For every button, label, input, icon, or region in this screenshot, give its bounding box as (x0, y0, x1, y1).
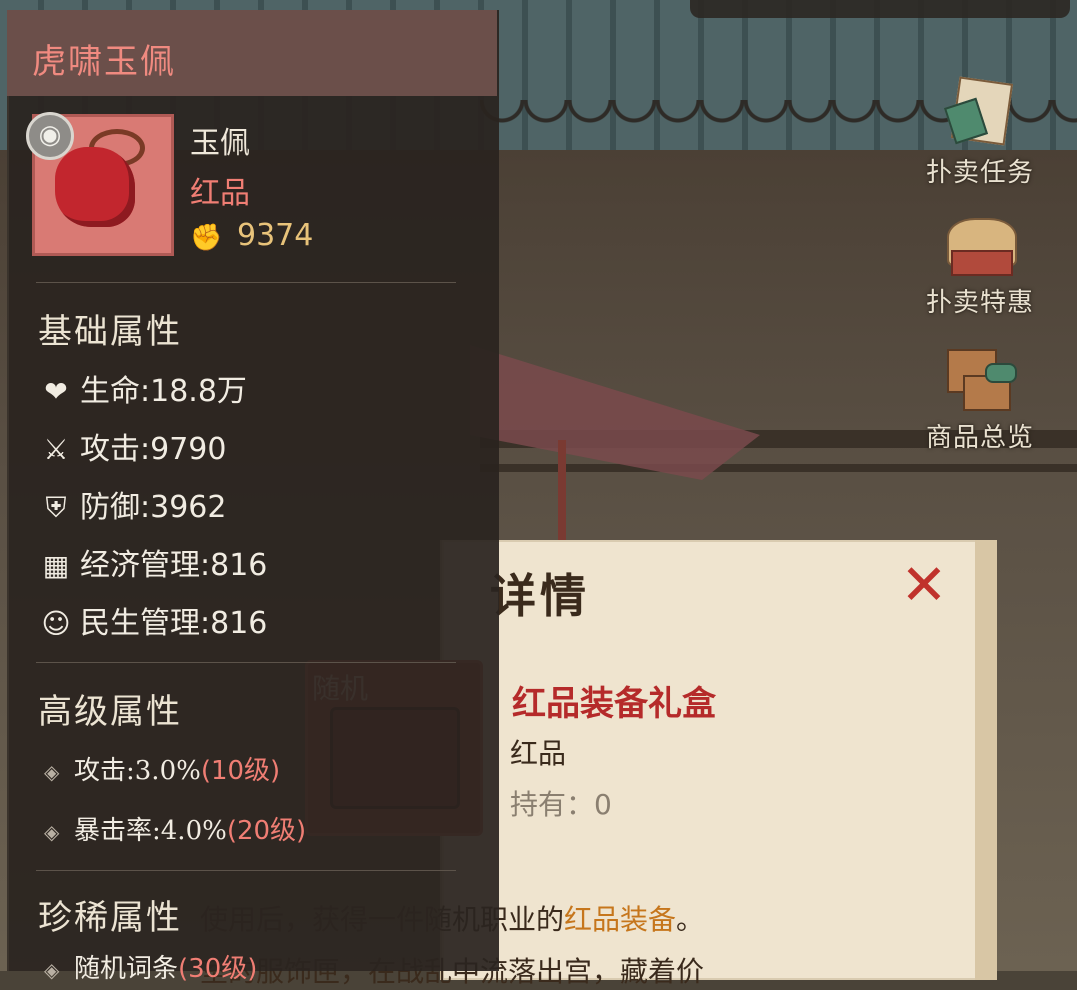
stat-attack: ⚔ 攻击:9790 (38, 424, 226, 467)
divider (36, 282, 456, 283)
diamond-icon: ◈ (44, 759, 60, 784)
tiger-badge-icon: ◉ (26, 112, 74, 160)
diamond-icon: ◈ (44, 957, 60, 982)
stat-hp: ❤ 生命:18.8万 (38, 366, 247, 409)
umbrella-pole (558, 440, 566, 550)
side-button-auction-deal[interactable]: 扑卖特惠 (915, 200, 1045, 319)
side-button-label: 扑卖任务 (925, 158, 1034, 188)
side-button-label: 扑卖特惠 (925, 288, 1034, 318)
heart-icon: ❤ (44, 375, 68, 408)
stat-economy: ▦ 经济管理:816 (38, 540, 268, 583)
side-button-goods-overview[interactable]: 商品总览 (915, 335, 1045, 454)
dialog-fold (975, 540, 997, 980)
treasure-basket-icon (941, 200, 1019, 278)
equipment-type: 玉佩 (190, 126, 250, 161)
item-owned-count: 持有：0 (510, 788, 612, 821)
stat-livelihood: ☺ 民生管理:816 (38, 598, 267, 641)
advanced-stat: ◈ 攻击:3.0%(10级) (44, 756, 281, 786)
chests-icon (941, 335, 1019, 413)
scroll-task-icon (941, 70, 1019, 148)
basic-attributes-title: 基础属性 (38, 312, 182, 352)
diamond-icon: ◈ (44, 819, 60, 844)
side-button-auction-task[interactable]: 扑卖任务 (915, 70, 1045, 189)
shield-icon: ⛨ (45, 491, 67, 524)
power-value: 9374 (237, 218, 314, 253)
advanced-attributes-title: 高级属性 (38, 692, 182, 732)
top-resource-bar (690, 0, 1070, 18)
sword-icon: ⚔ (43, 433, 69, 466)
wooden-beam-lower (480, 464, 1077, 472)
divider (36, 870, 456, 871)
description-highlight: 红品装备 (564, 903, 677, 936)
advanced-stat: ◈ 暴击率:4.0%(20级) (44, 816, 307, 846)
citizen-icon: ☺ (41, 607, 71, 640)
close-icon[interactable]: ✕ (896, 558, 952, 614)
item-name: 红品装备礼盒 (512, 684, 716, 724)
abacus-icon: ▦ (42, 549, 70, 582)
rare-stat: ◈ 随机词条(30级) (44, 954, 258, 984)
rare-attributes-title: 珍稀属性 (38, 898, 182, 938)
fist-power-icon: ✊ (190, 223, 223, 253)
dialog-title: 详情 (490, 569, 590, 623)
side-button-label: 商品总览 (925, 423, 1034, 453)
tooltip-title: 虎啸玉佩 (32, 42, 176, 82)
equipment-grade: 红品 (190, 176, 250, 211)
item-grade: 红品 (510, 737, 567, 770)
stat-defense: ⛨ 防御:3962 (38, 482, 226, 525)
divider (36, 662, 456, 663)
